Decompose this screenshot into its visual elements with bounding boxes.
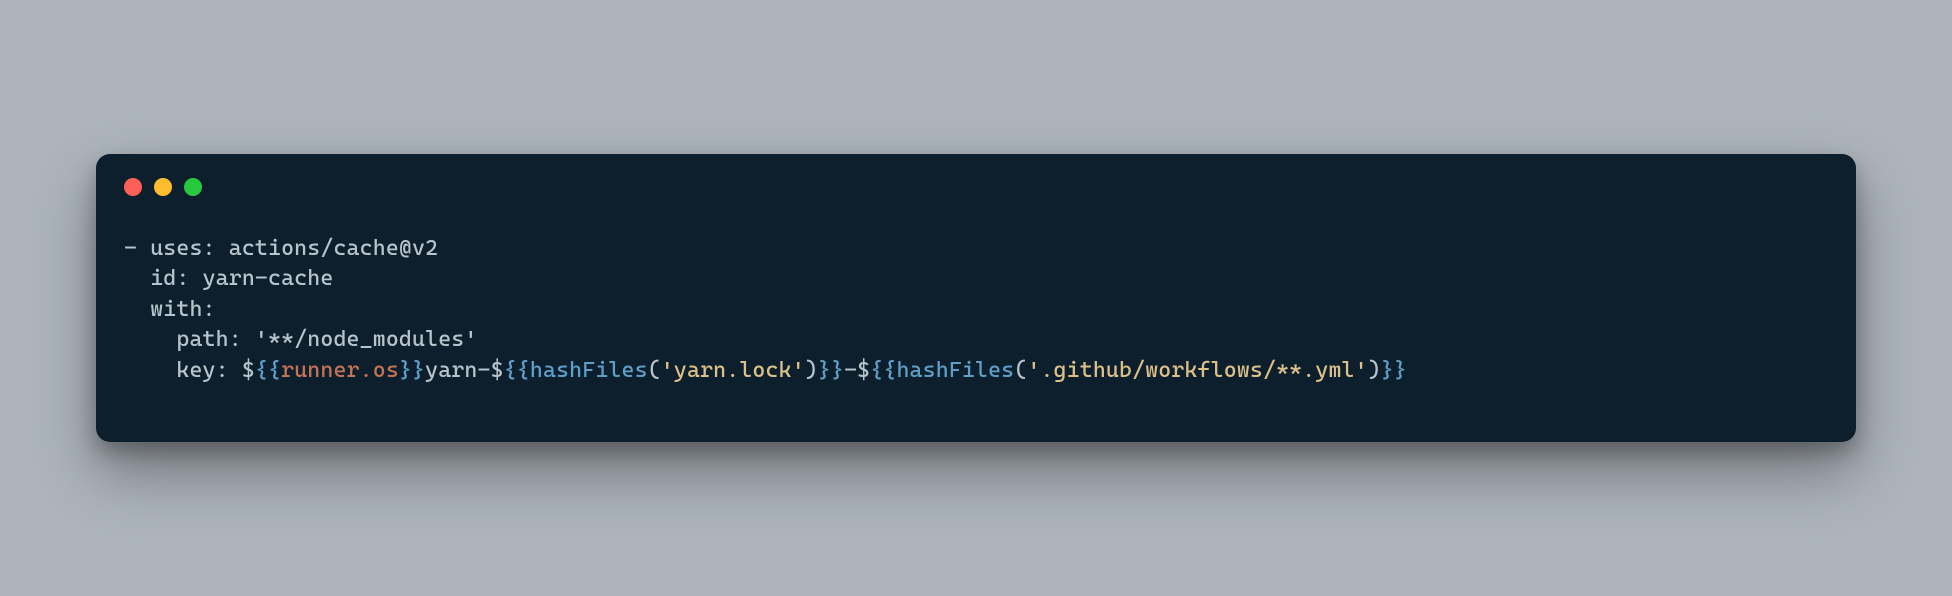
list-dash: - <box>124 236 150 261</box>
indent <box>124 297 150 322</box>
paren-close: ) <box>805 358 818 383</box>
yaml-value: '**/node_modules' <box>255 327 478 352</box>
brace-close: }} <box>399 358 425 383</box>
space <box>229 358 242 383</box>
yaml-key: path: <box>176 327 241 352</box>
code-line-2: id: yarn-cache <box>124 266 333 291</box>
indent <box>124 327 176 352</box>
paren-open: ( <box>1014 358 1027 383</box>
function-name: hashFiles <box>530 358 648 383</box>
dollar-sign: $ <box>242 358 255 383</box>
space <box>242 327 255 352</box>
brace-close: }} <box>818 358 844 383</box>
indent <box>124 266 150 291</box>
paren-close: ) <box>1368 358 1381 383</box>
yaml-value: yarn-cache <box>203 266 334 291</box>
indent <box>124 358 176 383</box>
code-line-4: path: '**/node_modules' <box>124 327 477 352</box>
yaml-key: key: <box>176 358 228 383</box>
yaml-key: with: <box>150 297 215 322</box>
code-line-5: key: ${{runner.os}}yarn-${{hashFiles('ya… <box>124 358 1407 383</box>
window-traffic-lights <box>124 178 1828 196</box>
yaml-key: id: <box>150 266 189 291</box>
text: - <box>844 358 857 383</box>
code-line-1: - uses: actions/cache@v2 <box>124 236 438 261</box>
dollar-sign: $ <box>857 358 870 383</box>
string-literal: 'yarn.lock' <box>661 358 805 383</box>
yaml-value: actions/cache@v2 <box>229 236 438 261</box>
space <box>189 266 202 291</box>
variable: runner.os <box>281 358 399 383</box>
text: yarn- <box>425 358 490 383</box>
paren-open: ( <box>648 358 661 383</box>
code-window: - uses: actions/cache@v2 id: yarn-cache … <box>96 154 1856 442</box>
string-literal: '.github/workflows/**.yml' <box>1027 358 1367 383</box>
brace-open: {{ <box>255 358 281 383</box>
space <box>216 236 229 261</box>
close-icon[interactable] <box>124 178 142 196</box>
code-block: - uses: actions/cache@v2 id: yarn-cache … <box>124 234 1828 386</box>
yaml-key: uses: <box>150 236 215 261</box>
maximize-icon[interactable] <box>184 178 202 196</box>
brace-open: {{ <box>504 358 530 383</box>
brace-close: }} <box>1381 358 1407 383</box>
minimize-icon[interactable] <box>154 178 172 196</box>
code-line-3: with: <box>124 297 216 322</box>
function-name: hashFiles <box>896 358 1014 383</box>
dollar-sign: $ <box>491 358 504 383</box>
brace-open: {{ <box>870 358 896 383</box>
